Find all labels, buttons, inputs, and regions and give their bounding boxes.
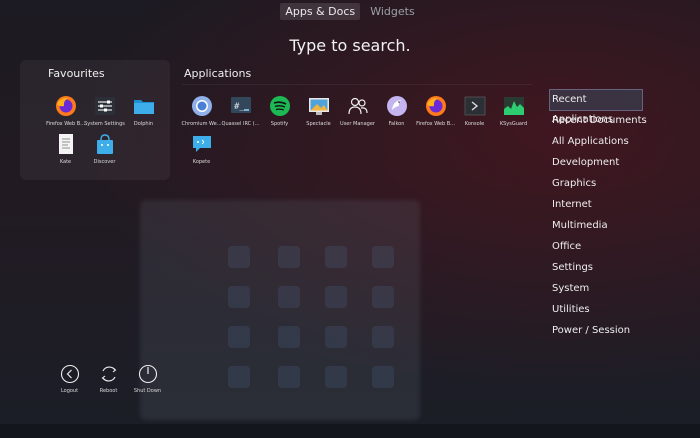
app-item-spectacle[interactable]: Spectacle: [299, 92, 338, 130]
app-item-user-manager[interactable]: User Manager: [338, 92, 377, 130]
applications-title: Applications: [184, 67, 252, 80]
app-item-konsole[interactable]: Konsole: [455, 92, 494, 130]
category-office[interactable]: Office: [550, 237, 650, 257]
category-recent-documents[interactable]: Recent Documents: [550, 111, 650, 131]
power-actions: Logout Reboot Shut Down: [50, 364, 167, 394]
favourites-grid: Firefox Web B... System Settings Dolphin…: [46, 92, 166, 168]
category-utilities[interactable]: Utilities: [550, 300, 650, 320]
app-item-quassel[interactable]: #_ Quassel IRC (...: [221, 92, 260, 130]
tab-bar: Apps & Docs Widgets: [0, 0, 700, 20]
firefox-icon: [55, 95, 77, 117]
logout-icon: [60, 364, 79, 384]
category-recent-applications[interactable]: Recent Applications: [549, 89, 643, 125]
firefox-icon: [425, 95, 447, 117]
chat-icon: [191, 133, 213, 155]
category-all-applications[interactable]: All Applications: [550, 132, 650, 152]
applications-grid: Chromium We... #_ Quassel IRC (... Spoti…: [181, 92, 542, 168]
folder-icon: [133, 95, 155, 117]
power-icon: [138, 364, 157, 384]
category-system[interactable]: System: [550, 279, 650, 299]
category-internet[interactable]: Internet: [550, 195, 650, 215]
monitor-graph-icon: [503, 95, 525, 117]
settings-icon: [94, 95, 116, 117]
category-development[interactable]: Development: [550, 153, 650, 173]
app-item-spotify[interactable]: Spotify: [260, 92, 299, 130]
terminal-icon: [464, 95, 486, 117]
screenshot-icon: [308, 95, 330, 117]
tab-widgets[interactable]: Widgets: [365, 3, 419, 20]
store-bag-icon: [94, 133, 116, 155]
favourite-item-dolphin[interactable]: Dolphin: [124, 92, 163, 130]
shutdown-button[interactable]: Shut Down: [128, 364, 167, 394]
logout-button[interactable]: Logout: [50, 364, 89, 394]
irc-icon: #_: [230, 95, 252, 117]
app-item-falkon[interactable]: Falkon: [377, 92, 416, 130]
category-list: Recent Applications Recent Documents All…: [549, 89, 650, 342]
category-settings[interactable]: Settings: [550, 258, 650, 278]
reboot-icon: [101, 366, 116, 382]
app-item-firefox[interactable]: Firefox Web B...: [416, 92, 455, 130]
category-power-session[interactable]: Power / Session: [550, 321, 650, 341]
app-item-chromium[interactable]: Chromium We...: [181, 92, 222, 130]
favourite-item-discover[interactable]: Discover: [85, 130, 124, 168]
favourites-title: Favourites: [48, 67, 105, 80]
spotify-icon: [269, 95, 291, 117]
tab-apps-docs[interactable]: Apps & Docs: [280, 3, 361, 20]
app-item-kopete[interactable]: Kopete: [182, 130, 221, 168]
category-graphics[interactable]: Graphics: [550, 174, 650, 194]
favourite-item-system-settings[interactable]: System Settings: [84, 92, 125, 130]
falkon-icon: [386, 95, 408, 117]
search-prompt[interactable]: Type to search.: [0, 36, 700, 55]
reboot-button[interactable]: Reboot: [89, 364, 128, 394]
chromium-icon: [191, 95, 213, 117]
app-item-ksysguard[interactable]: KSysGuard: [494, 92, 533, 130]
taskbar-shadow: [0, 424, 700, 438]
text-editor-icon: [55, 133, 77, 155]
favourite-item-kate[interactable]: Kate: [46, 130, 85, 168]
svg-text:#_: #_: [234, 102, 245, 112]
category-multimedia[interactable]: Multimedia: [550, 216, 650, 236]
users-icon: [347, 95, 369, 117]
section-divider: [182, 84, 532, 85]
favourite-item-firefox[interactable]: Firefox Web B...: [46, 92, 85, 130]
